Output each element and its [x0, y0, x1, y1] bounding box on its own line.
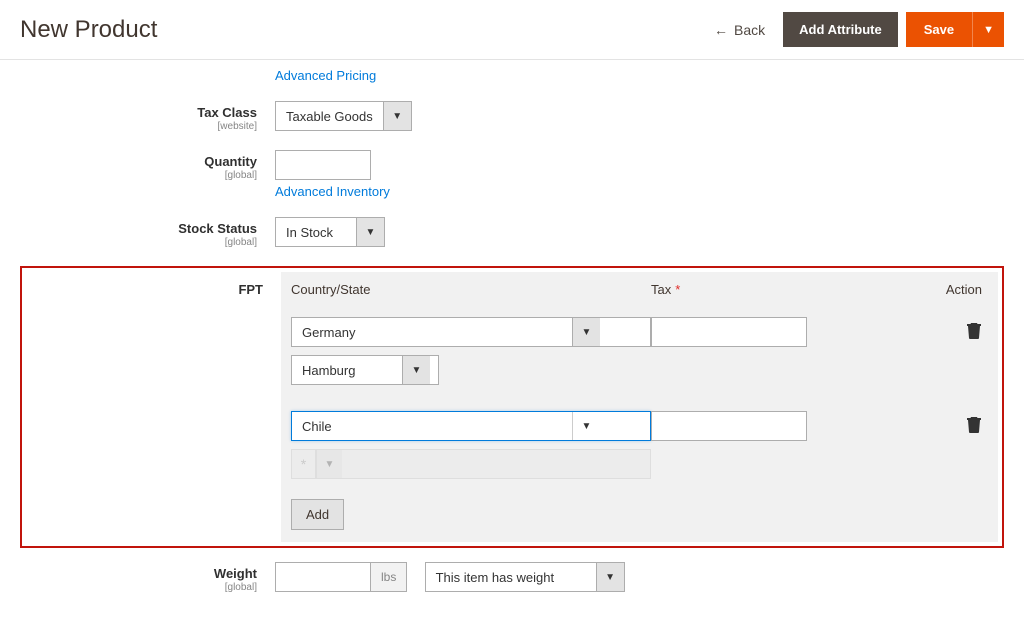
- header-actions: ← Back Add Attribute Save ▼: [714, 12, 1004, 47]
- trash-icon[interactable]: [966, 321, 982, 339]
- fpt-tax-input[interactable]: [651, 317, 807, 347]
- tax-class-select[interactable]: Taxable Goods ▼: [275, 101, 412, 131]
- save-button[interactable]: Save: [906, 12, 972, 47]
- arrow-left-icon: ←: [714, 22, 728, 38]
- chevron-down-icon: ▼: [572, 318, 600, 346]
- fpt-country-value: Germany: [292, 318, 572, 346]
- advanced-inventory-link[interactable]: Advanced Inventory: [275, 184, 390, 199]
- fpt-country-select[interactable]: Chile ▼: [291, 411, 651, 441]
- fpt-grid: Country/State Tax * Action Germany: [281, 272, 998, 542]
- weight-has-weight-value: This item has weight: [426, 563, 596, 591]
- fpt-country-value: Chile: [292, 412, 572, 440]
- fpt-highlight: FPT Country/State Tax * Action: [20, 266, 1004, 548]
- tax-class-scope: [website]: [20, 121, 257, 132]
- fpt-col-action: Action: [831, 282, 988, 297]
- chevron-down-icon: ▼: [402, 356, 430, 384]
- weight-unit: lbs: [371, 562, 407, 592]
- required-star-icon: *: [675, 282, 680, 297]
- fpt-col-country-state: Country/State: [291, 282, 651, 297]
- fpt-add-row: Add: [281, 487, 998, 542]
- add-attribute-button[interactable]: Add Attribute: [783, 12, 898, 47]
- page-header: New Product ← Back Add Attribute Save ▼: [0, 0, 1024, 60]
- fpt-row: Germany ▼ Hamburg ▼: [281, 307, 998, 393]
- fpt-header-row: Country/State Tax * Action: [281, 272, 998, 307]
- stock-status-scope: [global]: [20, 237, 257, 248]
- weight-has-weight-select[interactable]: This item has weight ▼: [425, 562, 625, 592]
- back-link[interactable]: ← Back: [714, 22, 765, 38]
- stock-status-value: In Stock: [276, 218, 356, 246]
- save-dropdown-button[interactable]: ▼: [972, 12, 1004, 47]
- tax-class-value: Taxable Goods: [276, 102, 383, 130]
- fpt-tax-input[interactable]: [651, 411, 807, 441]
- chevron-down-icon: ▼: [356, 218, 384, 246]
- fpt-col-tax: Tax *: [651, 282, 831, 297]
- weight-label: Weight: [214, 566, 257, 581]
- chevron-down-icon: ▼: [596, 563, 624, 591]
- back-text: Back: [734, 22, 765, 38]
- fpt-add-button[interactable]: Add: [291, 499, 344, 530]
- stock-status-label: Stock Status: [178, 221, 257, 236]
- chevron-down-icon: ▼: [572, 412, 600, 440]
- tax-class-label: Tax Class: [197, 105, 257, 120]
- chevron-down-icon: ▼: [383, 102, 411, 130]
- stock-status-select[interactable]: In Stock ▼: [275, 217, 385, 247]
- trash-icon[interactable]: [966, 415, 982, 433]
- fpt-state-select[interactable]: Hamburg ▼: [291, 355, 439, 385]
- fpt-row: Chile ▼ * ▼: [281, 401, 998, 487]
- weight-scope: [global]: [20, 582, 257, 593]
- fpt-state-select-disabled: * ▼: [291, 449, 651, 479]
- fpt-state-value: *: [292, 450, 316, 478]
- weight-input[interactable]: [275, 562, 371, 592]
- advanced-pricing-link[interactable]: Advanced Pricing: [275, 68, 376, 83]
- quantity-scope: [global]: [20, 170, 257, 181]
- chevron-down-icon: ▼: [316, 450, 342, 478]
- form-body: Advanced Pricing Tax Class [website] Tax…: [0, 60, 1024, 631]
- quantity-input[interactable]: [275, 150, 371, 180]
- fpt-state-value: Hamburg: [292, 356, 402, 384]
- fpt-label: FPT: [238, 282, 263, 297]
- quantity-label: Quantity: [204, 154, 257, 169]
- fpt-country-select[interactable]: Germany ▼: [291, 317, 651, 347]
- page-title: New Product: [20, 16, 157, 44]
